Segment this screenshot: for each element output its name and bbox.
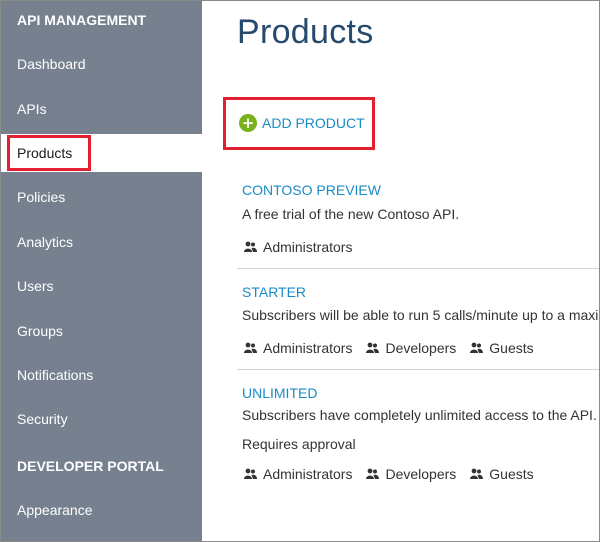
product-name-contoso-preview[interactable]: CONTOSO PREVIEW [242,182,381,198]
approval-note: Requires approval [242,436,356,452]
group-guests: Guests [470,340,534,356]
window: API MANAGEMENT Dashboard APIs Products P… [0,0,600,542]
sidebar-item-groups[interactable]: Groups [1,312,202,350]
product-description: Subscribers will be able to run 5 calls/… [242,307,600,323]
divider [237,369,599,370]
users-icon [470,468,484,479]
group-administrators: Administrators [244,466,352,482]
sidebar-item-security[interactable]: Security [1,400,202,438]
users-icon [470,342,484,353]
section-header-developer-portal: DEVELOPER PORTAL [17,458,164,474]
group-administrators: Administrators [244,239,352,255]
product-description: Subscribers have completely unlimited ac… [242,407,600,423]
sidebar-item-dashboard[interactable]: Dashboard [1,45,202,83]
users-icon [366,342,380,353]
users-icon [244,342,257,353]
add-product-button[interactable]: + ADD PRODUCT [239,113,365,133]
section-header-api-management: API MANAGEMENT [17,12,147,28]
product-description: A free trial of the new Contoso API. [242,206,460,222]
users-icon [244,468,257,479]
group-developers: Developers [366,466,456,482]
sidebar-item-users[interactable]: Users [1,267,202,305]
group-label: Developers [385,340,457,356]
sidebar-item-notifications[interactable]: Notifications [1,356,202,394]
group-label: Administrators [263,466,353,482]
sidebar-item-analytics[interactable]: Analytics [1,223,202,261]
divider [237,268,599,269]
group-label: Guests [489,340,534,356]
plus-circle-icon: + [239,114,257,132]
group-label: Guests [489,466,534,482]
users-icon [244,241,257,252]
product-groups: Administrators Developers Guests [244,465,548,483]
sidebar: API MANAGEMENT Dashboard APIs Products P… [1,1,202,541]
add-product-label: ADD PRODUCT [262,115,365,131]
product-name-unlimited[interactable]: UNLIMITED [242,385,317,401]
product-name-starter[interactable]: STARTER [242,284,306,300]
group-label: Administrators [263,239,353,255]
sidebar-item-policies[interactable]: Policies [1,178,202,216]
group-label: Administrators [263,340,353,356]
users-icon [366,468,380,479]
product-groups: Administrators Developers Guests [244,339,548,357]
group-guests: Guests [470,466,534,482]
sidebar-item-appearance[interactable]: Appearance [1,491,202,529]
sidebar-item-apis[interactable]: APIs [1,90,202,128]
highlight-box-products [7,135,91,171]
page-title: Products [237,13,374,51]
product-groups: Administrators [244,238,366,256]
group-administrators: Administrators [244,340,352,356]
group-label: Developers [385,466,457,482]
group-developers: Developers [366,340,456,356]
